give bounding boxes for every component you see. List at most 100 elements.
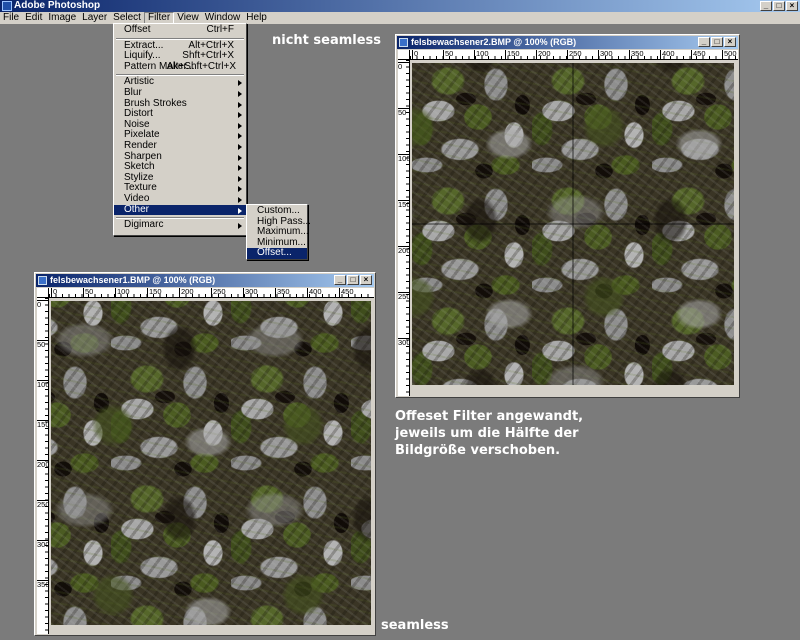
menu-help[interactable]: Help [243,12,270,24]
ruler-tick-label: 100 [398,154,410,163]
explanation-line: Bildgröße verschoben. [395,443,561,458]
ruler-tick-label: 0 [51,288,58,297]
menu-item-label: Distort [124,108,153,120]
menu-item-shortcut: Ctrl+F [206,24,235,35]
menu-item-label: Render [124,139,157,151]
ruler-tick-label: 250 [567,50,582,59]
ruler-tick-label: 350 [37,580,49,589]
ruler-tick-label: 250 [37,500,49,509]
menu-item-label: Offset [124,24,151,35]
ruler-tick-label: 150 [147,288,162,297]
doc-close-button[interactable]: × [724,37,736,47]
document-title-bar[interactable]: felsbewachsener1.BMP @ 100% (RGB) _ □ × [36,274,374,287]
close-button[interactable]: × [786,1,798,11]
submenu-arrow-icon [238,90,242,97]
vertical-ruler[interactable]: 0 50 100 150 200 250 300 [398,60,410,396]
submenu-arrow-icon [238,186,242,193]
ruler-tick-label: 200 [179,288,194,297]
menu-item-label: Liquify... [124,50,161,62]
menu-layer[interactable]: Layer [79,12,110,24]
photoshop-app-icon [2,1,12,11]
ruler-tick-label: 350 [275,288,290,297]
ruler-tick-label: 300 [398,338,410,347]
ruler-tick-label: 400 [660,50,675,59]
menu-item-label: Noise [124,118,150,130]
menu-file[interactable]: File [0,12,22,24]
vertical-ruler[interactable]: 0 50 100 150 200 250 300 350 [37,298,49,634]
menu-item-label: Other [124,203,150,215]
submenu-arrow-icon [238,133,242,140]
document-icon [399,38,408,47]
document-window-right[interactable]: felsbewachsener2.BMP @ 100% (RGB) _ □ × … [395,34,740,398]
ruler-origin[interactable] [398,50,410,60]
ruler-tick-label: 0 [37,300,48,308]
doc-maximize-button[interactable]: □ [711,37,723,47]
label-seamless: seamless [381,618,449,633]
ruler-tick-label: 450 [339,288,354,297]
filter-menu: Offset Ctrl+F Extract... Alt+Ctrl+X Liqu… [113,23,247,236]
ruler-tick-label: 50 [398,108,409,116]
explanation-line: jeweils um die Hälfte der [395,426,579,441]
ruler-tick-label: 200 [37,460,49,469]
other-submenu: Custom... High Pass... Maximum... Minimu… [246,204,311,260]
ruler-tick-label: 150 [398,200,410,209]
document-title: felsbewachsener1.BMP @ 100% (RGB) [50,275,216,285]
menu-item-last-filter[interactable]: Offset Ctrl+F [114,24,246,36]
ruler-tick-label: 50 [83,288,94,297]
menu-item-label: Extract... [124,39,164,51]
menu-item-other[interactable]: Other [114,203,246,216]
ruler-tick-label: 400 [307,288,322,297]
label-not-seamless: nicht seamless [272,33,382,48]
menu-item-shortcut: Alt+Shft+Ctrl+X [166,60,236,72]
menu-item-label: Digimarc [124,219,164,231]
doc-minimize-button[interactable]: _ [334,275,346,285]
menu-edit[interactable]: Edit [22,12,45,24]
ruler-tick-label: 450 [691,50,706,59]
ruler-tick-label: 50 [37,340,48,348]
submenu-arrow-icon [238,207,242,214]
explanation-text: Offeset Filter angewandt, jeweils um die… [395,408,583,459]
submenu-arrow-icon [238,165,242,172]
canvas-nicht-seamless[interactable] [412,63,734,385]
app-title-bar: Adobe Photoshop _ □ × [0,0,800,12]
submenu-arrow-icon [238,80,242,87]
horizontal-ruler[interactable]: 0 50 100 150 200 250 300 350 400 450 [49,288,374,298]
menu-item-label: Pixelate [124,129,160,141]
ruler-tick-label: 200 [398,246,410,255]
menu-image[interactable]: Image [45,12,79,24]
visible-seam-horizontal [412,223,734,225]
menu-item-label: High Pass... [257,215,311,227]
menu-item-digimarc[interactable]: Digimarc [114,219,246,231]
maximize-button[interactable]: □ [773,1,785,11]
ruler-tick-label: 200 [536,50,551,59]
menu-item-label: Sharpen [124,150,162,162]
menu-item-label: Sketch [124,161,155,173]
canvas-seamless[interactable] [51,301,371,625]
ruler-tick-label: 50 [443,50,454,59]
doc-maximize-button[interactable]: □ [347,275,359,285]
ruler-tick-label: 250 [211,288,226,297]
document-window-left[interactable]: felsbewachsener1.BMP @ 100% (RGB) _ □ × … [34,272,376,636]
submenu-arrow-icon [238,122,242,129]
document-title: felsbewachsener2.BMP @ 100% (RGB) [411,37,577,47]
app-title: Adobe Photoshop [14,0,101,11]
ruler-tick-label: 150 [37,420,49,429]
ruler-origin[interactable] [37,288,49,298]
ruler-tick-label: 300 [37,540,49,549]
ruler-tick-label: 0 [412,50,419,59]
submenu-arrow-icon [238,196,242,203]
menu-item-label: Blur [124,86,142,98]
doc-close-button[interactable]: × [360,275,372,285]
explanation-line: Offeset Filter angewandt, [395,409,584,424]
menu-item-offset[interactable]: Offset... [247,248,307,259]
menu-item-label: Video [124,192,150,204]
document-title-bar[interactable]: felsbewachsener2.BMP @ 100% (RGB) _ □ × [397,36,738,49]
ruler-tick-label: 300 [598,50,613,59]
menu-item-pattern-maker[interactable]: Pattern Maker... Alt+Shft+Ctrl+X [114,60,246,73]
doc-minimize-button[interactable]: _ [698,37,710,47]
submenu-arrow-icon [238,101,242,108]
document-icon [38,276,47,285]
horizontal-ruler[interactable]: 0 50 100 150 200 250 300 350 400 450 500 [410,50,738,60]
minimize-button[interactable]: _ [760,1,772,11]
ruler-tick-label: 300 [243,288,258,297]
